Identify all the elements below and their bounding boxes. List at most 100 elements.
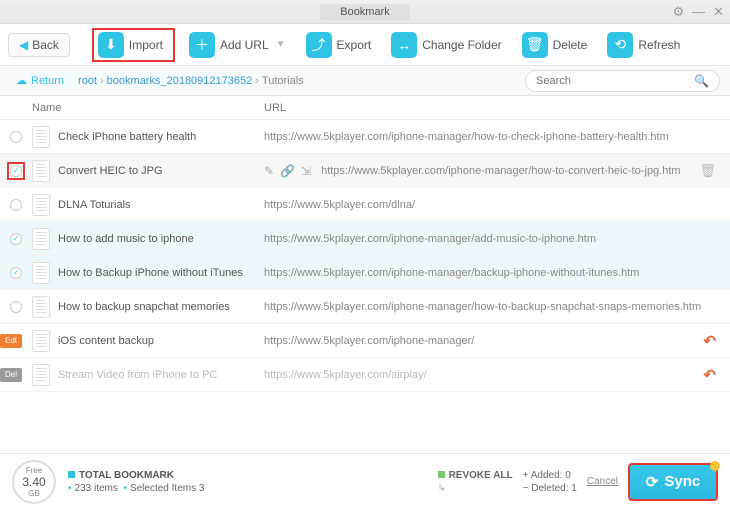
folder-icon: ↔ (391, 32, 417, 58)
breadcrumb-current: Tutorials (262, 75, 304, 87)
selected-count: Selected Items 3 (130, 483, 204, 494)
edit-icon[interactable]: ✎ (264, 164, 274, 178)
row-url: https://www.5kplayer.com/iphone-manager/… (264, 267, 730, 279)
table-row[interactable]: How to backup snapchat memorieshttps://w… (0, 290, 730, 324)
export-icon: ⤴ (306, 32, 332, 58)
file-icon (32, 296, 50, 318)
deleted-value: 1 (571, 483, 577, 494)
row-checkbox[interactable] (10, 165, 22, 177)
row-name: How to backup snapchat memories (58, 301, 264, 313)
chevron-left-icon: ◀ (19, 38, 28, 52)
column-url[interactable]: URL (264, 102, 730, 114)
link2-icon[interactable]: ⇲ (301, 164, 311, 178)
row-name: Stream Video from iPhone to PC (58, 369, 264, 381)
breadcrumb[interactable]: bookmarks_20180912173652 (107, 75, 253, 87)
row-checkbox[interactable] (10, 301, 22, 313)
file-icon (32, 126, 50, 148)
notification-dot-icon (710, 461, 720, 471)
refresh-label: Refresh (638, 38, 680, 52)
search-input[interactable] (536, 75, 694, 87)
refresh-icon: ⟲ (607, 32, 633, 58)
total-label: TOTAL BOOKMARK (79, 470, 174, 481)
row-name: How to add music to iphone (58, 233, 264, 245)
column-name[interactable]: Name (32, 102, 264, 114)
return-icon: ☁ (16, 74, 27, 87)
breadcrumb[interactable]: root (78, 75, 97, 87)
row-url: https://www.5kplayer.com/iphone-manager/… (264, 131, 730, 143)
row-checkbox[interactable] (10, 267, 22, 279)
window-controls: ⚙ — ✕ (672, 4, 724, 20)
file-icon (32, 228, 50, 250)
table-row[interactable]: DLNA Toturialshttps://www.5kplayer.com/d… (0, 188, 730, 222)
return-button[interactable]: ☁ Return (10, 72, 70, 89)
file-icon (32, 330, 50, 352)
row-url: https://www.5kplayer.com/iphone-manager/… (264, 233, 730, 245)
file-icon (32, 160, 50, 182)
footer: Free 3.40 GB TOTAL BOOKMARK •233 items •… (0, 453, 730, 509)
row-checkbox[interactable] (10, 233, 22, 245)
sync-label: Sync (664, 473, 700, 490)
search-input-container[interactable]: 🔍 (525, 70, 720, 92)
row-trash-icon[interactable]: 🗑 (699, 163, 716, 179)
row-url: https://www.5kplayer.com/iphone-manager/… (321, 165, 730, 177)
file-icon (32, 194, 50, 216)
table-row[interactable]: How to add music to iphonehttps://www.5k… (0, 222, 730, 256)
breadcrumb-separator: › (100, 75, 104, 87)
totals: TOTAL BOOKMARK •233 items •Selected Item… (68, 470, 204, 494)
table-row[interactable]: Check iPhone battery healthhttps://www.5… (0, 120, 730, 154)
back-button[interactable]: ◀ Back (8, 33, 70, 57)
cancel-link[interactable]: Cancel (587, 476, 618, 487)
add-url-label: Add URL (220, 38, 269, 52)
items-count: 233 items (75, 483, 118, 494)
import-button[interactable]: ⬇ Import (92, 28, 175, 62)
import-icon: ⬇ (98, 32, 124, 58)
change-folder-label: Change Folder (422, 38, 501, 52)
undo-icon[interactable]: ↶ (703, 332, 716, 350)
free-space-gauge: Free 3.40 GB (12, 460, 56, 504)
table-row[interactable]: DelStream Video from iPhone to PChttps:/… (0, 358, 730, 392)
revoke-arrow-icon[interactable]: ↳ (438, 483, 513, 494)
import-label: Import (129, 38, 163, 52)
toolbar: ◀ Back ⬇ Import ＋ Add URL ▼ ⤴ Export ↔ C… (0, 24, 730, 66)
add-url-icon: ＋ (189, 32, 215, 58)
back-label: Back (32, 38, 59, 52)
titlebar: Bookmark ⚙ — ✕ (0, 0, 730, 24)
status-badge: Edt (0, 334, 22, 348)
export-button[interactable]: ⤴ Export (300, 29, 378, 61)
row-name: iOS content backup (58, 335, 264, 347)
breadcrumb-separator: › (255, 75, 259, 87)
revoke-label: REVOKE ALL (449, 470, 513, 481)
revoke-panel: REVOKE ALL ↳ + Added: 0 − Deleted: 1 (438, 470, 577, 494)
free-value: 3.40 (22, 475, 45, 489)
undo-icon[interactable]: ↶ (703, 366, 716, 384)
close-icon[interactable]: ✕ (713, 4, 724, 20)
change-folder-button[interactable]: ↔ Change Folder (385, 29, 507, 61)
table-row[interactable]: Convert HEIC to JPG✎🔗⇲https://www.5kplay… (0, 154, 730, 188)
table-body: Check iPhone battery healthhttps://www.5… (0, 120, 730, 392)
minimize-icon[interactable]: — (692, 4, 705, 19)
delete-button[interactable]: 🗑 Delete (516, 29, 594, 61)
row-url: https://www.5kplayer.com/dlna/ (264, 199, 730, 211)
row-url: https://www.5kplayer.com/iphone-manager/… (264, 301, 730, 313)
trash-icon: 🗑 (522, 32, 548, 58)
add-url-button[interactable]: ＋ Add URL ▼ (183, 29, 292, 61)
search-icon: 🔍 (694, 74, 709, 88)
gear-icon[interactable]: ⚙ (672, 4, 684, 20)
row-name: How to Backup iPhone without iTunes (58, 267, 264, 279)
row-checkbox[interactable] (10, 131, 22, 143)
deleted-label: Deleted: (531, 483, 568, 494)
table-header: Name URL (0, 96, 730, 120)
row-name: DLNA Toturials (58, 199, 264, 211)
refresh-button[interactable]: ⟲ Refresh (601, 29, 686, 61)
row-url: https://www.5kplayer.com/airplay/ (264, 369, 730, 381)
row-url: https://www.5kplayer.com/iphone-manager/ (264, 335, 730, 347)
sync-button[interactable]: ⟳ Sync (628, 463, 718, 501)
link-icon[interactable]: 🔗 (280, 164, 295, 178)
chevron-down-icon: ▼ (276, 39, 286, 50)
table-row[interactable]: How to Backup iPhone without iTuneshttps… (0, 256, 730, 290)
file-icon (32, 364, 50, 386)
table-row[interactable]: Edt iOS content backuphttps://www.5kplaye… (0, 324, 730, 358)
row-actions: ✎ 🔗 ⇲ (264, 164, 311, 178)
file-icon (32, 262, 50, 284)
row-checkbox[interactable] (10, 199, 22, 211)
